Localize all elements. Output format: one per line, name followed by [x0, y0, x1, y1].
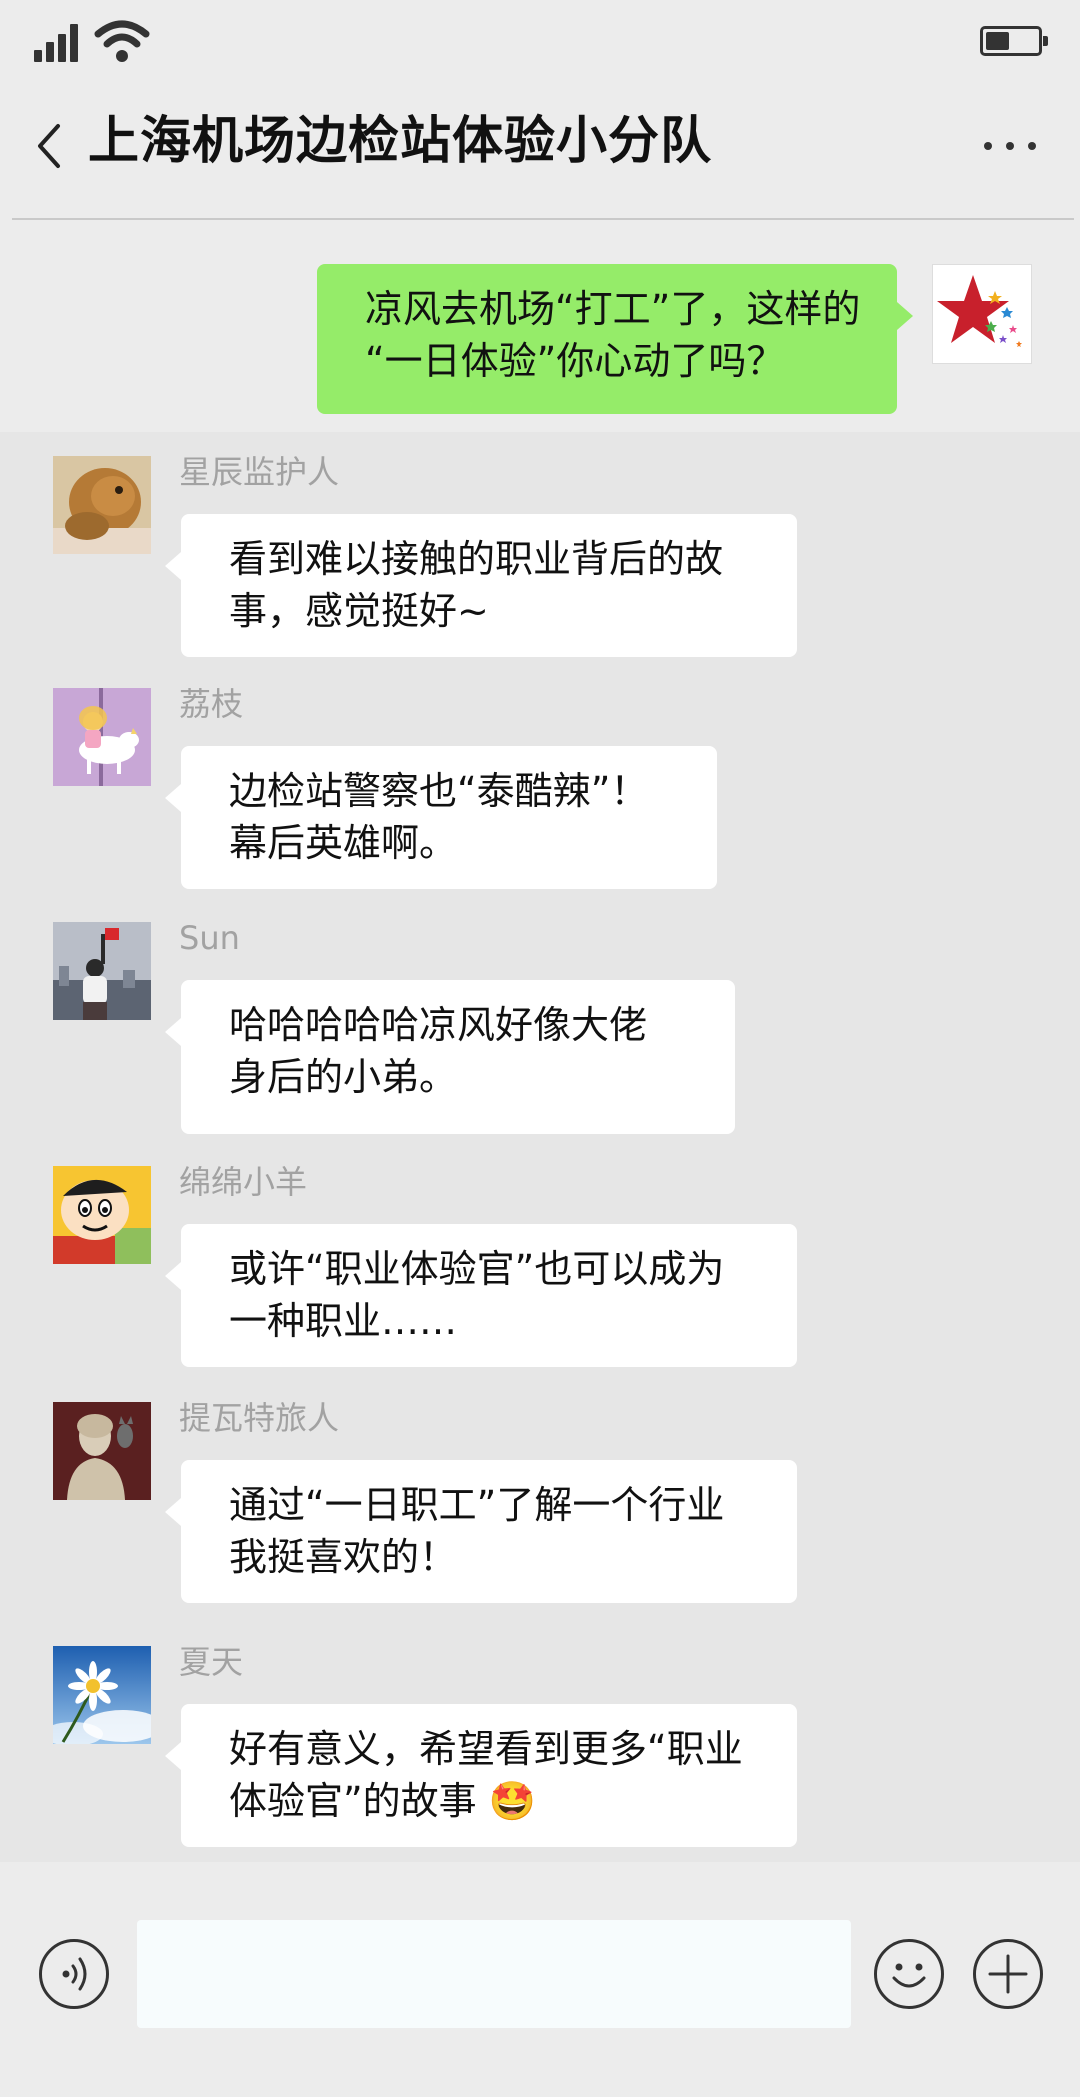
plus-icon	[988, 1954, 1028, 1994]
message-line: 哈哈哈哈哈凉风好像大佬	[229, 1003, 648, 1047]
sender-name: 提瓦特旅人	[179, 1399, 340, 1437]
message-line: 我挺喜欢的！	[229, 1535, 458, 1579]
chat-header: 上海机场边检站体验小分队	[0, 90, 1080, 218]
message-line: 看到难以接触的职业背后的故	[229, 537, 724, 581]
message-line: 边检站警察也“泰酷辣”！	[229, 769, 649, 813]
bird-avatar-icon	[53, 456, 151, 554]
battery-icon	[980, 26, 1048, 56]
message-bubble[interactable]: 通过“一日职工”了解一个行业 我挺喜欢的！	[165, 1460, 797, 1603]
sender-name: 星辰监护人	[179, 453, 340, 491]
message-line: 幕后英雄啊。	[229, 821, 458, 865]
message-bubble[interactable]: 看到难以接触的职业背后的故 事，感觉挺好~	[165, 514, 797, 657]
battery-level	[986, 32, 1009, 50]
message-line: 身后的小弟。	[229, 1055, 458, 1099]
more-icon[interactable]	[980, 136, 1040, 156]
avatar[interactable]	[53, 1166, 151, 1264]
back-icon[interactable]	[28, 116, 72, 176]
message-input[interactable]	[137, 1920, 851, 2028]
voice-button[interactable]	[39, 1939, 109, 2009]
rooftop-photo-avatar-icon	[53, 922, 151, 1020]
sender-name: Sun	[179, 919, 240, 957]
avatar[interactable]	[53, 456, 151, 554]
message-line: 好有意义，希望看到更多“职业	[229, 1727, 743, 1771]
message-bubble[interactable]: 哈哈哈哈哈凉风好像大佬 身后的小弟。	[165, 980, 735, 1134]
signal-icon	[34, 24, 80, 62]
emoji-button[interactable]	[874, 1939, 944, 2009]
statue-avatar-icon	[53, 1402, 151, 1500]
message-line: 凉风去机场“打工”了，这样的	[365, 287, 861, 331]
status-bar	[0, 0, 1080, 90]
chat-feed[interactable]: 星辰监护人 看到难以接触的职业背后的故 事，感觉挺好~ 荔枝 边检站警察也“泰酷…	[0, 432, 1080, 1862]
message-line: “一日体验”你心动了吗？	[365, 339, 785, 383]
wifi-icon	[94, 20, 150, 62]
input-bar	[0, 1862, 1080, 2097]
emoji-icon	[892, 1963, 926, 1988]
my-message-bubble[interactable]: 凉风去机场“打工”了，这样的 “一日体验”你心动了吗？	[317, 264, 913, 414]
message-line: 通过“一日职工”了解一个行业	[229, 1483, 725, 1527]
avatar[interactable]	[53, 688, 151, 786]
daisy-sky-avatar-icon	[53, 1646, 151, 1744]
message-line: 或许“职业体验官”也可以成为	[229, 1247, 725, 1291]
star-logo-icon	[937, 275, 1022, 347]
avatar[interactable]	[53, 922, 151, 1020]
message-line: 一种职业……	[229, 1299, 458, 1343]
plus-button[interactable]	[973, 1939, 1043, 2009]
sender-name: 绵绵小羊	[179, 1163, 308, 1201]
message-line: 体验官”的故事 🤩	[229, 1779, 537, 1823]
message-bubble[interactable]: 好有意义，希望看到更多“职业 体验官”的故事 🤩	[165, 1704, 797, 1847]
message-line: 事，感觉挺好~	[229, 589, 489, 633]
voice-icon	[62, 1957, 87, 1991]
avatar[interactable]	[53, 1646, 151, 1744]
chat-title: 上海机场边检站体验小分队	[88, 112, 713, 171]
sender-name: 荔枝	[179, 685, 244, 723]
my-avatar[interactable]	[932, 264, 1032, 364]
my-message: 凉风去机场“打工”了，这样的 “一日体验”你心动了吗？	[0, 220, 1080, 432]
message-bubble[interactable]: 边检站警察也“泰酷辣”！ 幕后英雄啊。	[165, 746, 717, 889]
cartoon-boy-avatar-icon	[53, 1166, 151, 1264]
avatar[interactable]	[53, 1402, 151, 1500]
carousel-unicorn-avatar-icon	[53, 688, 151, 786]
sender-name: 夏天	[179, 1643, 244, 1681]
message-bubble[interactable]: 或许“职业体验官”也可以成为 一种职业……	[165, 1224, 797, 1367]
